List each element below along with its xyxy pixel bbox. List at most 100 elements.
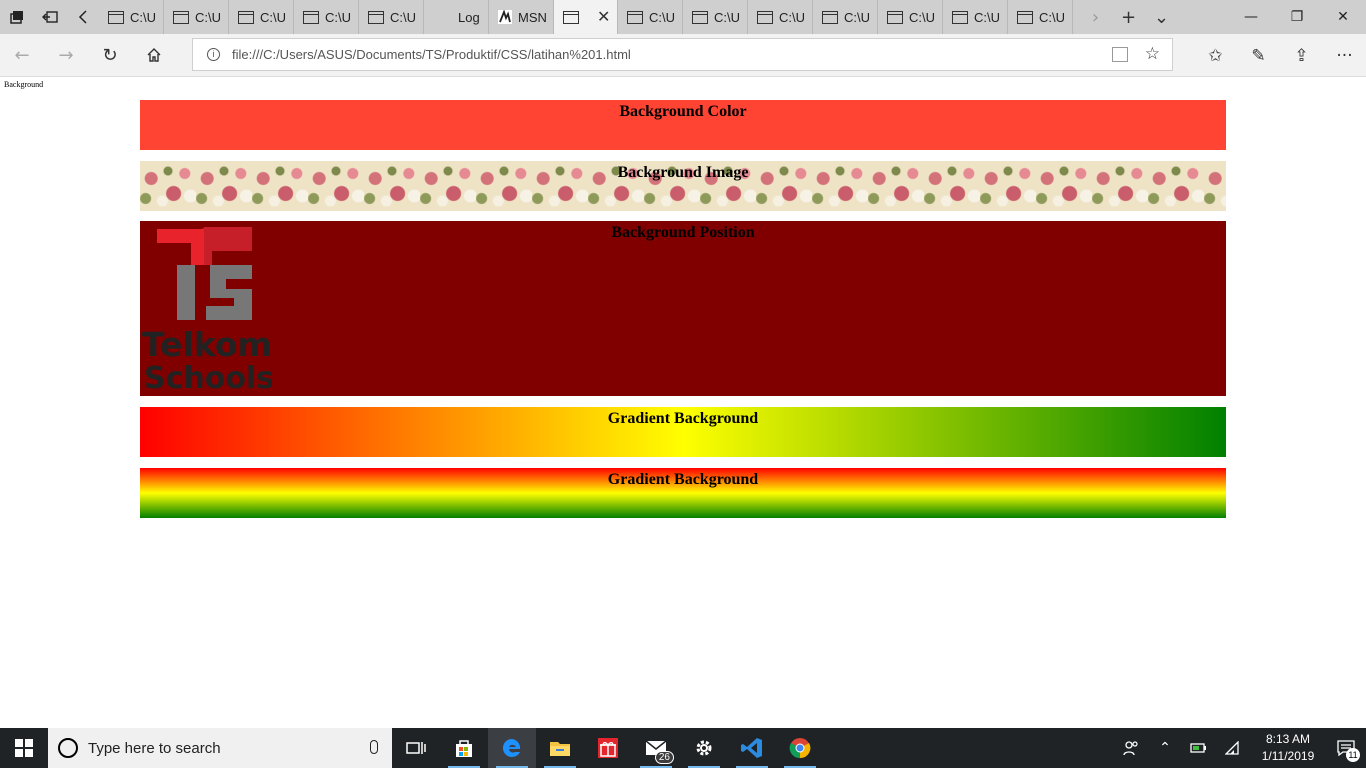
- taskbar-search-box[interactable]: Type here to search: [48, 728, 392, 768]
- tab-label: C:\U: [779, 9, 805, 25]
- window-controls: — ❐ ✕: [1228, 0, 1366, 34]
- tab-label: C:\U: [195, 9, 221, 25]
- chrome-icon[interactable]: [776, 728, 824, 768]
- edge-browser-icon[interactable]: [488, 728, 536, 768]
- box-heading: Gradient Background: [607, 410, 759, 427]
- close-window-icon[interactable]: ✕: [1320, 0, 1366, 34]
- system-tray: ⌃ 8:13 AM 1/11/2019 11: [1114, 728, 1366, 768]
- page-icon: [108, 10, 124, 24]
- forward-arrow-icon[interactable]: →: [44, 34, 88, 77]
- page-icon: [173, 10, 189, 24]
- share-icon[interactable]: ⇪: [1280, 34, 1323, 77]
- tab-5[interactable]: C:\U: [359, 0, 424, 34]
- tab-label: C:\U: [844, 9, 870, 25]
- box-heading: Background Position: [611, 224, 755, 241]
- page-icon: [1017, 10, 1033, 24]
- favorites-hub-icon[interactable]: ✩: [1194, 34, 1237, 77]
- home-icon[interactable]: [132, 34, 176, 77]
- start-windows-icon[interactable]: [0, 728, 48, 768]
- search-placeholder: Type here to search: [88, 739, 221, 757]
- tab-12[interactable]: C:\U: [813, 0, 878, 34]
- box-heading: Background Color: [619, 103, 747, 120]
- tab-1[interactable]: C:\U: [99, 0, 164, 34]
- tab-15[interactable]: C:\U: [1008, 0, 1073, 34]
- microsoft-store-icon[interactable]: [440, 728, 488, 768]
- taskbar-clock[interactable]: 8:13 AM 1/11/2019: [1250, 731, 1326, 765]
- tab-13[interactable]: C:\U: [878, 0, 943, 34]
- tab-preview-chevron-down-icon[interactable]: ⌄: [1145, 7, 1178, 28]
- page-icon: [238, 10, 254, 24]
- tabs-aside-icon[interactable]: [33, 0, 66, 34]
- mail-icon[interactable]: 26: [632, 728, 680, 768]
- visual-studio-code-icon[interactable]: [728, 728, 776, 768]
- favorite-star-icon[interactable]: ☆: [1145, 44, 1160, 64]
- clock-date: 1/11/2019: [1261, 749, 1315, 763]
- scroll-tabs-left-icon[interactable]: [66, 0, 99, 34]
- background-color-box: Background Color: [140, 100, 1226, 150]
- tab-4[interactable]: C:\U: [294, 0, 359, 34]
- tab-label: C:\U: [714, 9, 740, 25]
- clock-time: 8:13 AM: [1265, 732, 1311, 746]
- action-center-icon[interactable]: 11: [1326, 728, 1366, 768]
- gift-app-icon[interactable]: [584, 728, 632, 768]
- tab-label: C:\U: [130, 9, 156, 25]
- tab-7[interactable]: MSN: [489, 0, 554, 34]
- page-icon: [303, 10, 319, 24]
- reading-view-icon[interactable]: [1112, 47, 1128, 62]
- tab-label: C:\U: [649, 9, 675, 25]
- box-heading: Background Image: [617, 164, 749, 181]
- refresh-icon[interactable]: ↻: [88, 34, 132, 77]
- people-icon[interactable]: [1114, 728, 1148, 768]
- page-icon: [952, 10, 968, 24]
- tab-3[interactable]: C:\U: [229, 0, 294, 34]
- page-icon: [822, 10, 838, 24]
- tab-9[interactable]: C:\U: [618, 0, 683, 34]
- address-bar[interactable]: i file:///C:/Users/ASUS/Documents/TS/Pro…: [192, 38, 1173, 71]
- new-tab-icon[interactable]: +: [1112, 7, 1145, 28]
- tab-11[interactable]: C:\U: [748, 0, 813, 34]
- page-icon: [627, 10, 643, 24]
- tab-2[interactable]: C:\U: [164, 0, 229, 34]
- background-position-box: Telkom Schools Background Position: [140, 221, 1226, 396]
- battery-icon[interactable]: [1182, 728, 1216, 768]
- settings-gear-icon[interactable]: [680, 728, 728, 768]
- web-page-content: Background Background Color Background I…: [0, 78, 1366, 728]
- page-icon: [692, 10, 708, 24]
- tab-10[interactable]: C:\U: [683, 0, 748, 34]
- cortana-icon: [58, 738, 78, 758]
- logo-line-1: Telkom: [142, 325, 272, 364]
- wifi-icon[interactable]: [1216, 728, 1250, 768]
- box-heading: Gradient Background: [607, 471, 759, 488]
- address-url[interactable]: file:///C:/Users/ASUS/Documents/TS/Produ…: [232, 47, 631, 62]
- close-tab-icon[interactable]: ✕: [597, 7, 610, 27]
- task-view-icon[interactable]: [392, 728, 440, 768]
- minimize-icon[interactable]: —: [1228, 0, 1274, 34]
- gradient-vertical-box: Gradient Background: [140, 468, 1226, 518]
- tab-list: C:\U C:\U C:\U C:\U C:\U Log MSN ✕ C:\U …: [99, 0, 1073, 34]
- gradient-horizontal-box: Gradient Background: [140, 407, 1226, 457]
- pen-notes-icon[interactable]: ✎: [1237, 34, 1280, 77]
- info-icon[interactable]: i: [207, 48, 220, 61]
- file-explorer-icon[interactable]: [536, 728, 584, 768]
- mail-badge-count: 26: [654, 751, 674, 764]
- page-icon: [757, 10, 773, 24]
- tab-8-active[interactable]: ✕: [554, 0, 618, 34]
- tab-label: C:\U: [260, 9, 286, 25]
- tab-6[interactable]: Log: [424, 0, 489, 34]
- restore-icon[interactable]: ❐: [1274, 0, 1320, 34]
- background-image-box: Background Image: [140, 161, 1226, 211]
- microphone-icon[interactable]: [370, 740, 378, 754]
- scroll-tabs-right-icon[interactable]: ›: [1079, 7, 1112, 28]
- tab-label: C:\U: [909, 9, 935, 25]
- tab-label: C:\U: [1039, 9, 1065, 25]
- tab-14[interactable]: C:\U: [943, 0, 1008, 34]
- back-arrow-icon[interactable]: ←: [0, 34, 44, 77]
- page-icon: [563, 10, 579, 24]
- msn-icon: [498, 10, 512, 24]
- more-options-icon[interactable]: ···: [1323, 34, 1366, 77]
- notification-count-badge: 11: [1346, 748, 1360, 762]
- tab-set-aside-icon[interactable]: [0, 0, 33, 34]
- page-icon: [368, 10, 384, 24]
- show-hidden-icons-chevron-up-icon[interactable]: ⌃: [1148, 728, 1182, 768]
- nav-toolbar-right: ✩ ✎ ⇪ ···: [1194, 34, 1366, 77]
